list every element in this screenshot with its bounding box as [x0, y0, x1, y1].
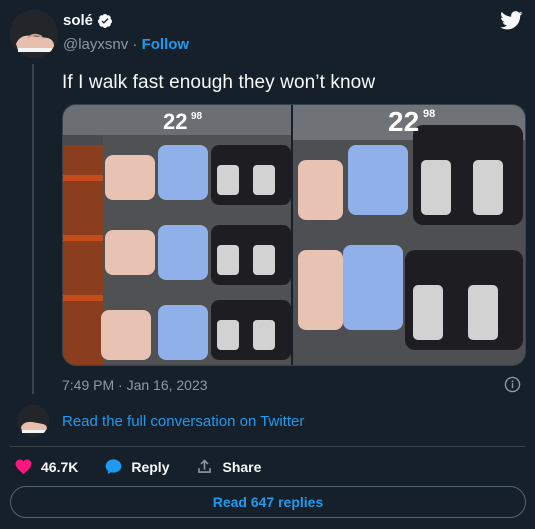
author-handle[interactable]: @layxsnv	[63, 36, 128, 53]
follow-button[interactable]: Follow	[142, 36, 190, 53]
author-name-row: solé	[63, 12, 113, 29]
verified-badge-icon	[98, 13, 113, 28]
read-replies-button[interactable]: Read 647 replies	[10, 486, 526, 518]
like-button[interactable]: 46.7K	[14, 457, 78, 476]
share-upload-icon	[198, 459, 212, 473]
tweet-media[interactable]: 22 98 22 98	[62, 104, 526, 366]
price-cents-left: 98	[191, 111, 203, 122]
author-avatar[interactable]	[10, 10, 58, 58]
author-handle-row: @layxsnv · Follow	[63, 36, 189, 53]
price-tag-right: 22	[388, 106, 419, 137]
media-photo-right[interactable]: 22 98	[293, 105, 525, 365]
twitter-bird-icon[interactable]	[500, 11, 523, 30]
tweet-actions: 46.7K Reply Share	[14, 457, 287, 476]
thread-line	[32, 64, 34, 394]
tweet-timestamp[interactable]: 7:49 PM · Jan 16, 2023	[62, 377, 208, 393]
conversation-avatar[interactable]	[17, 405, 49, 437]
price-cents-right: 98	[423, 108, 435, 120]
tweet-text: If I walk fast enough they won’t know	[62, 72, 376, 93]
reply-button[interactable]: Reply	[104, 457, 169, 476]
share-label: Share	[222, 458, 262, 475]
divider	[10, 446, 525, 447]
reply-bubble-icon	[105, 459, 122, 475]
heart-icon	[15, 459, 32, 475]
like-count: 46.7K	[41, 458, 79, 475]
media-photo-left[interactable]: 22 98	[63, 105, 293, 365]
price-tag-left: 22	[163, 109, 187, 134]
handle-separator: ·	[132, 36, 138, 53]
reply-label: Reply	[131, 458, 170, 475]
share-button[interactable]: Share	[195, 457, 261, 476]
author-display-name[interactable]: solé	[63, 12, 93, 29]
read-conversation-link[interactable]: Read the full conversation on Twitter	[62, 413, 304, 430]
info-icon[interactable]	[504, 376, 521, 393]
